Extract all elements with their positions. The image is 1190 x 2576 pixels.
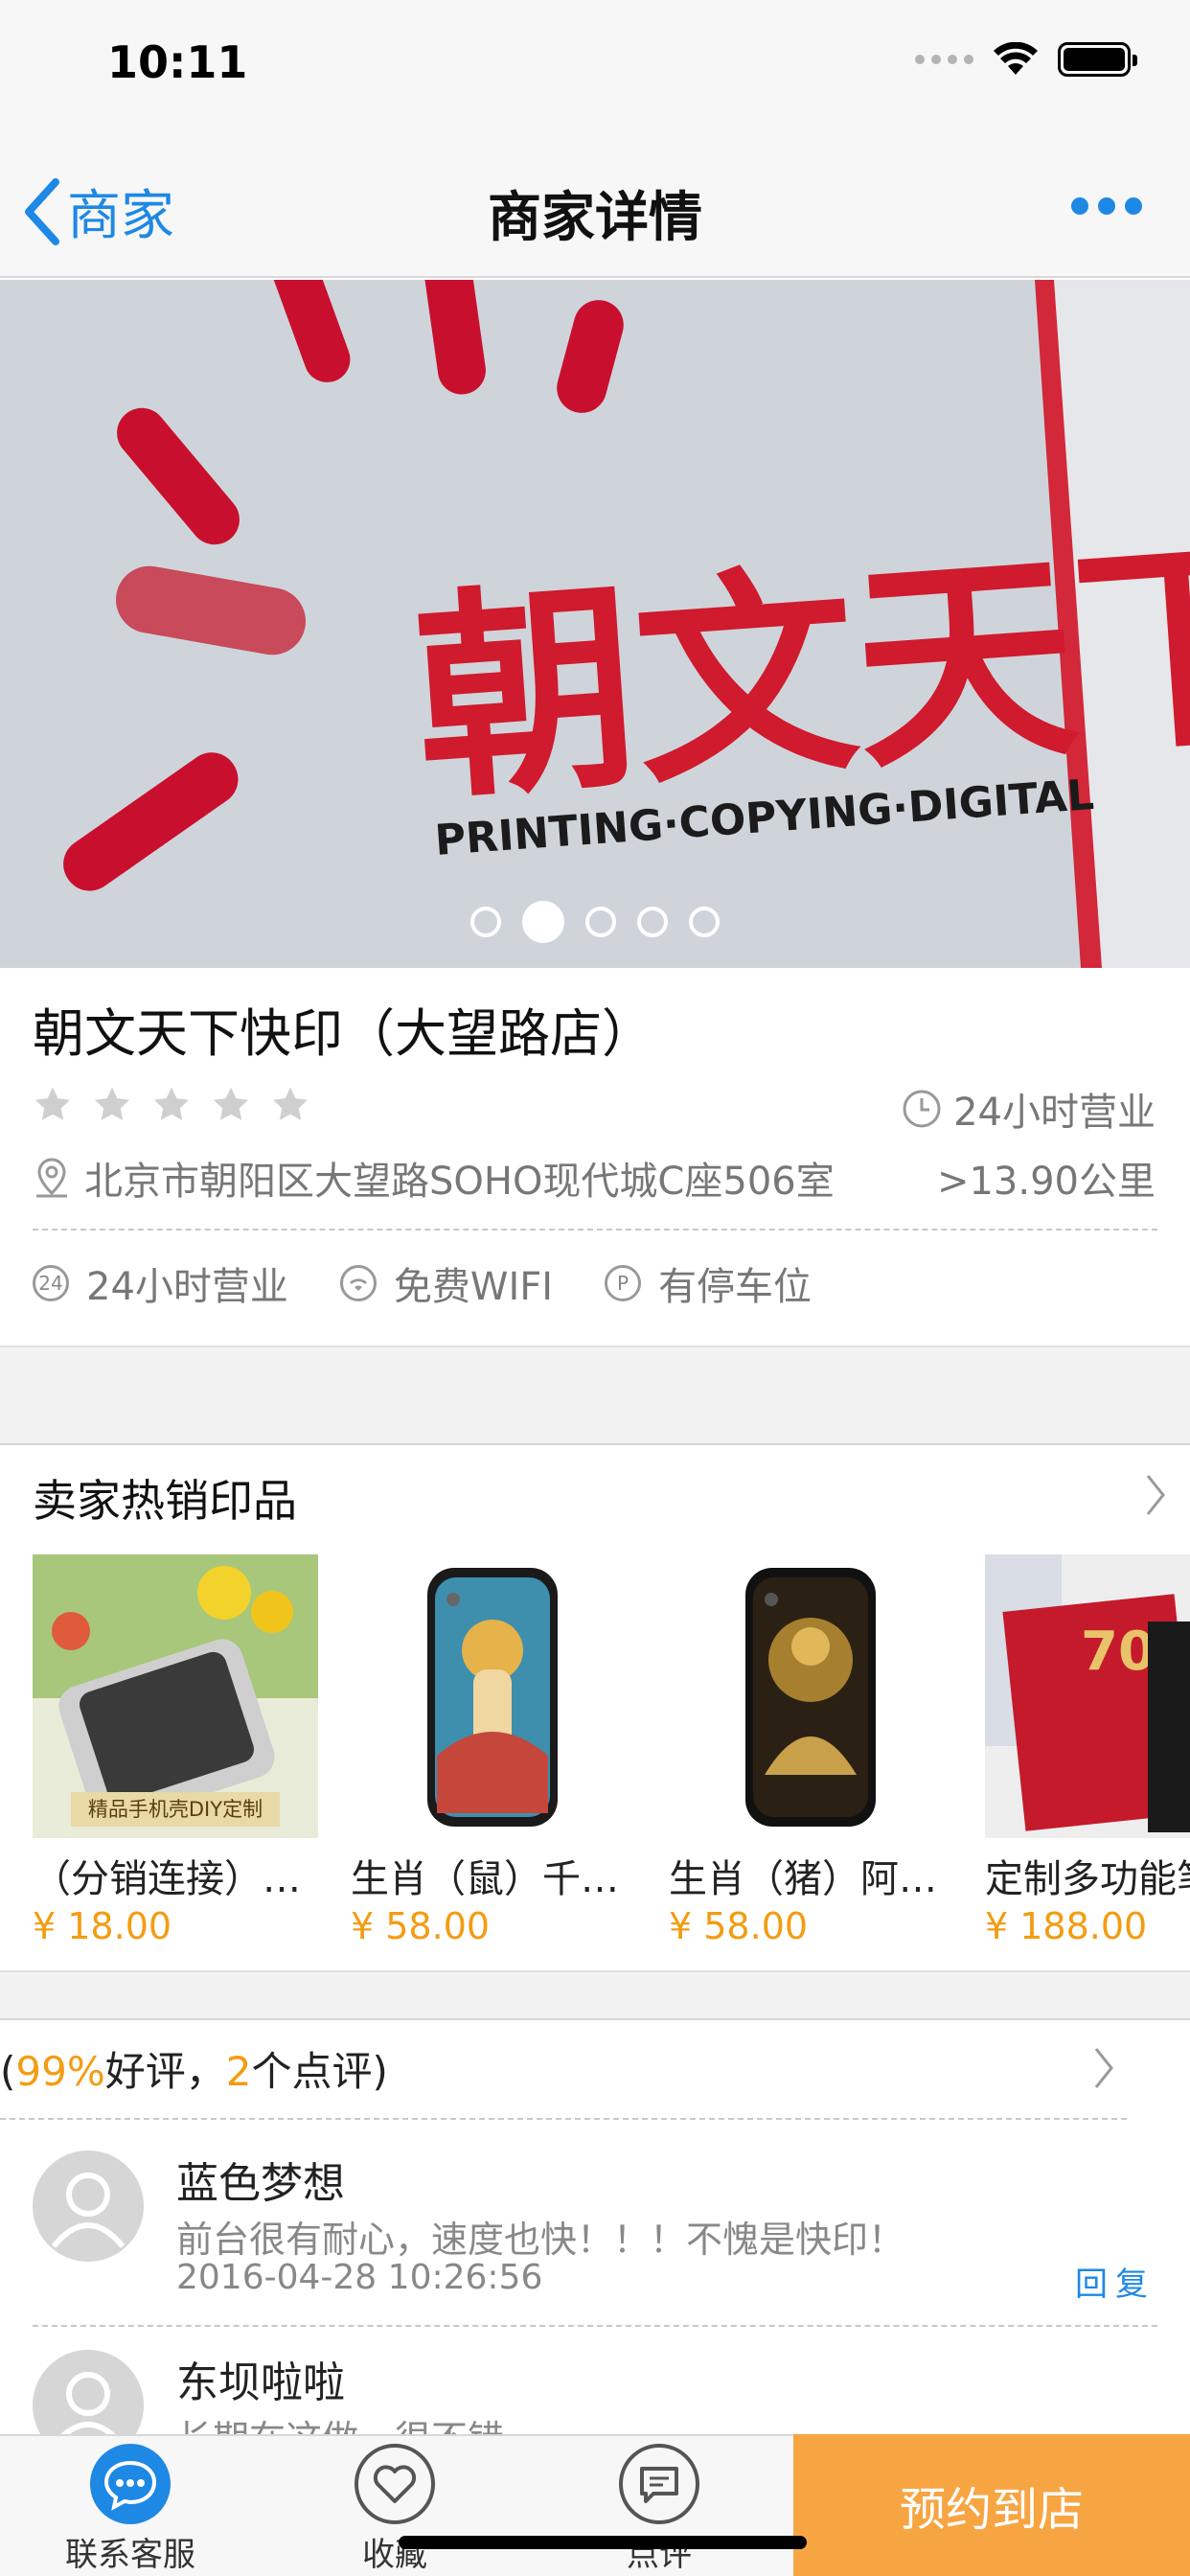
location-pin-icon bbox=[36, 1158, 67, 1198]
feature-24h: 24 24小时营业 bbox=[33, 1255, 288, 1311]
wifi-icon bbox=[339, 1265, 377, 1301]
banner-carousel[interactable]: 朝文天下 PRINTING·COPYING·DIGITAL bbox=[0, 280, 1190, 968]
feature-wifi: 免费WIFI bbox=[339, 1255, 554, 1311]
hot-products-list[interactable]: 精品手机壳DIY定制 （分销连接）… ¥ 18.00 生肖（鼠）千… ¥ 58.… bbox=[0, 1554, 1190, 1957]
product-image bbox=[669, 1554, 954, 1838]
product-image-caption: 精品手机壳DIY定制 bbox=[88, 1798, 263, 1821]
shop-features: 24 24小时营业 免费WIFI P 有停车位 bbox=[33, 1255, 863, 1311]
product-price: ¥ 58.00 bbox=[351, 1905, 491, 1947]
star-icon bbox=[272, 1087, 309, 1120]
contact-service-label: 联系客服 bbox=[65, 2536, 195, 2574]
hot-products-title[interactable]: 卖家热销印品 bbox=[33, 1466, 297, 1530]
svg-text:70: 70 bbox=[1081, 1621, 1156, 1683]
product-name: 生肖（鼠）千… bbox=[351, 1857, 619, 1901]
book-visit-button[interactable]: 预约到店 bbox=[793, 2434, 1190, 2576]
product-image: 精品手机壳DIY定制 bbox=[33, 1554, 318, 1838]
good-rate: 99% bbox=[15, 2048, 105, 2095]
navigation-header: 10:11 商家 商家详情 bbox=[0, 0, 1190, 278]
product-price: ¥ 58.00 bbox=[669, 1905, 809, 1947]
avatar bbox=[33, 2350, 144, 2446]
signal-icon bbox=[915, 55, 973, 64]
product-price: ¥ 188.00 bbox=[985, 1905, 1148, 1947]
product-card[interactable]: 精品手机壳DIY定制 （分销连接）… ¥ 18.00 bbox=[33, 1554, 318, 1947]
page-dot[interactable] bbox=[689, 907, 720, 937]
page-dot-active[interactable] bbox=[522, 901, 564, 943]
product-name: （分销连接）… bbox=[33, 1857, 301, 1901]
comment-button[interactable]: 点评 bbox=[563, 2444, 755, 2575]
shop-distance: >13.90公里 bbox=[936, 1160, 1156, 1204]
chevron-right-icon[interactable] bbox=[1092, 2045, 1115, 2091]
divider bbox=[33, 1229, 1157, 1230]
page-title: 商家详情 bbox=[488, 187, 702, 249]
review-item: 东坝啦啦 长期在这做，很不错 bbox=[33, 2350, 1156, 2446]
carousel-indicator[interactable] bbox=[0, 901, 1190, 943]
review-user-name: 蓝色梦想 bbox=[176, 2159, 345, 2208]
opening-hours: 24小时营业 bbox=[902, 1081, 1156, 1137]
page-dot[interactable] bbox=[637, 907, 668, 937]
heart-icon bbox=[355, 2444, 435, 2524]
page-dot[interactable] bbox=[470, 907, 501, 937]
status-icons bbox=[915, 42, 1137, 77]
product-card[interactable]: 生肖（猪）阿… ¥ 58.00 bbox=[669, 1554, 954, 1947]
contact-service-button[interactable]: 联系客服 bbox=[34, 2444, 226, 2575]
rating-stars bbox=[33, 1085, 310, 1125]
review-count: 2 bbox=[225, 2048, 252, 2095]
address-row[interactable]: 北京市朝阳区大望路SOHO现代城C座506室 >13.90公里 bbox=[33, 1150, 1156, 1206]
feature-label: 24小时营业 bbox=[86, 1265, 288, 1309]
chevron-right-icon[interactable] bbox=[1144, 1472, 1167, 1518]
star-icon bbox=[34, 1087, 71, 1120]
section-spacer bbox=[0, 1970, 1190, 2020]
feature-parking: P 有停车位 bbox=[605, 1255, 812, 1311]
product-name: 定制多功能笔 bbox=[985, 1857, 1190, 1901]
24-hour-icon: 24 bbox=[33, 1265, 69, 1301]
product-image bbox=[351, 1554, 636, 1838]
review-count-label: 个点评) bbox=[251, 2048, 388, 2095]
star-icon bbox=[94, 1087, 130, 1120]
chat-icon bbox=[90, 2444, 171, 2524]
feature-label: 有停车位 bbox=[658, 1265, 812, 1309]
product-name: 生肖（猪）阿… bbox=[669, 1857, 937, 1901]
clock-icon bbox=[903, 1090, 941, 1128]
star-icon bbox=[213, 1087, 249, 1120]
product-card[interactable]: 70 定制多功能笔 ¥ 188.00 bbox=[985, 1554, 1190, 1947]
page-dot[interactable] bbox=[585, 907, 616, 937]
review-text: 前台很有耐心，速度也快！！！不愧是快印！ bbox=[176, 2219, 905, 2261]
comment-icon bbox=[619, 2444, 699, 2524]
home-indicator[interactable] bbox=[399, 2536, 807, 2549]
shop-name: 朝文天下快印（大望路店） bbox=[33, 1003, 653, 1064]
wifi-status-icon bbox=[994, 42, 1038, 75]
product-image: 70 bbox=[985, 1554, 1190, 1838]
section-spacer bbox=[0, 1346, 1190, 1445]
parking-icon: P bbox=[605, 1265, 642, 1301]
reply-button[interactable]: 回复 bbox=[1075, 2258, 1156, 2305]
good-rate-label: 好评， bbox=[104, 2048, 226, 2095]
review-item: 蓝色梦想 前台很有耐心，速度也快！！！不愧是快印！ 2016-04-28 10:… bbox=[33, 2150, 1156, 2323]
favorite-button[interactable]: 收藏 bbox=[299, 2444, 491, 2575]
review-summary-paren: ( bbox=[0, 2048, 16, 2095]
feature-label: 免费WIFI bbox=[393, 1265, 554, 1309]
review-date: 2016-04-28 10:26:56 bbox=[176, 2258, 543, 2297]
more-options-button[interactable] bbox=[1071, 197, 1142, 215]
star-icon bbox=[153, 1087, 190, 1120]
status-time: 10:11 bbox=[107, 36, 248, 88]
battery-icon bbox=[1058, 42, 1137, 77]
divider bbox=[33, 2325, 1157, 2327]
avatar bbox=[33, 2150, 144, 2262]
review-user-name: 东坝啦啦 bbox=[176, 2358, 345, 2407]
divider bbox=[0, 2118, 1127, 2120]
product-card[interactable]: 生肖（鼠）千… ¥ 58.00 bbox=[351, 1554, 636, 1947]
shop-address: 北京市朝阳区大望路SOHO现代城C座506室 bbox=[84, 1160, 835, 1204]
product-price: ¥ 18.00 bbox=[33, 1905, 172, 1947]
storefront-photo: 朝文天下 PRINTING·COPYING·DIGITAL bbox=[0, 280, 1190, 968]
review-summary[interactable]: (99%好评，2个点评) bbox=[0, 2039, 388, 2098]
opening-hours-text: 24小时营业 bbox=[953, 1091, 1156, 1135]
